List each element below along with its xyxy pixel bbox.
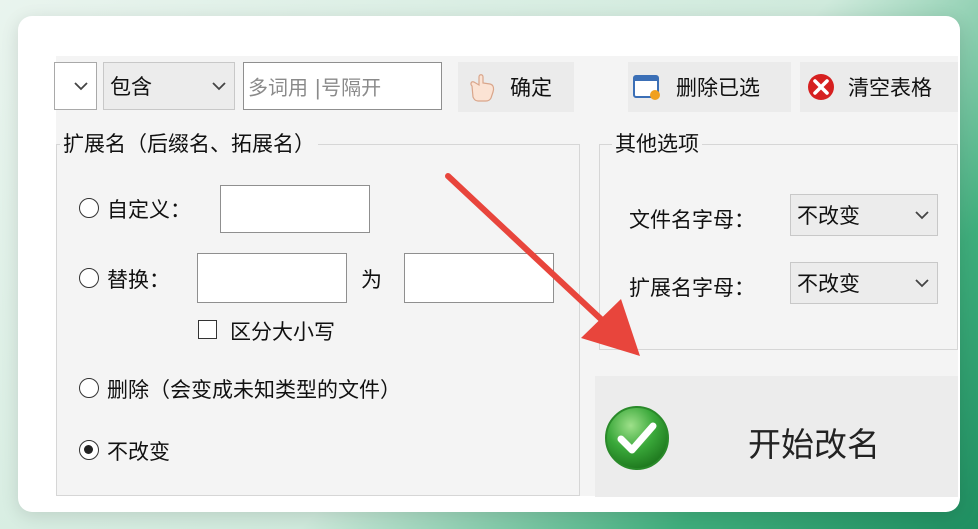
screenshot-card: 包含 多词用 |号隔开 确定 删除已选 清空表格 扩展名（后缀名、拓展名） 自定…: [18, 16, 960, 512]
annotation-arrow-icon: [445, 173, 640, 356]
